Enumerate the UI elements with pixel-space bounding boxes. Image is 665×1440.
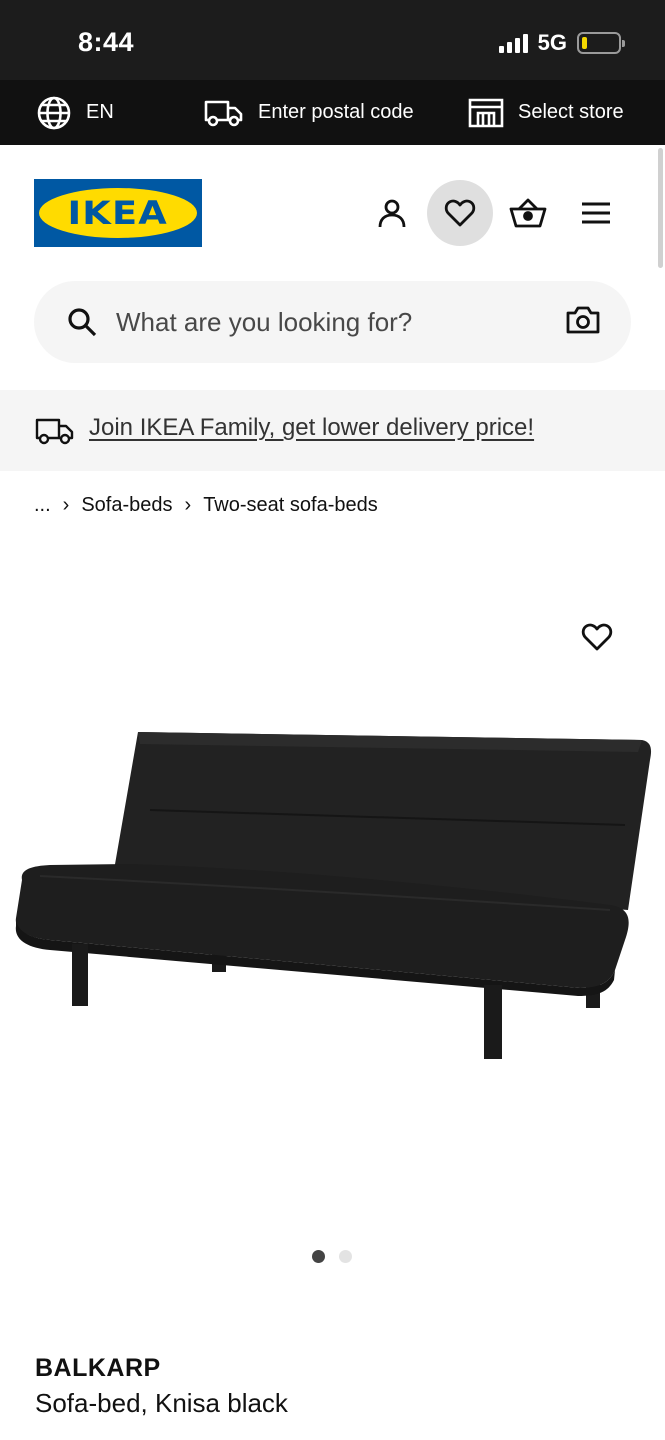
network-label: 5G	[537, 30, 567, 55]
site-header: IKEA	[0, 145, 665, 390]
product-description: Sofa-bed, Knisa black	[35, 1388, 288, 1418]
postal-code-label: Enter postal code	[258, 101, 414, 123]
language-label: EN	[86, 101, 114, 123]
family-promo-banner: Join IKEA Family, get lower delivery pri…	[0, 390, 665, 471]
search-bar[interactable]	[34, 281, 631, 363]
camera-icon[interactable]	[566, 305, 600, 335]
ikea-logo[interactable]: IKEA	[34, 179, 202, 247]
select-store-label: Select store	[518, 101, 624, 123]
basket-button[interactable]	[495, 180, 561, 246]
menu-icon	[582, 202, 610, 224]
gallery-dot-2[interactable]	[339, 1250, 352, 1263]
battery-level	[582, 37, 588, 49]
family-promo-link[interactable]: Join IKEA Family, get lower delivery pri…	[89, 414, 534, 442]
postal-code-button[interactable]: Enter postal code	[204, 80, 414, 145]
sofa-bed-image	[15, 732, 652, 1059]
breadcrumb-sofa-beds[interactable]: Sofa-beds	[81, 494, 172, 517]
menu-button[interactable]	[563, 180, 629, 246]
product-image-gallery[interactable]	[0, 560, 665, 1220]
basket-icon	[509, 198, 547, 228]
breadcrumb-ellipsis[interactable]: ...	[34, 494, 51, 517]
breadcrumb-separator: ›	[62, 494, 70, 516]
search-icon	[68, 308, 97, 337]
gallery-dot-1[interactable]	[312, 1250, 325, 1263]
breadcrumb: ... › Sofa-beds › Two-seat sofa-beds	[34, 494, 378, 517]
search-input[interactable]	[116, 281, 536, 363]
logo-text: IKEA	[67, 194, 169, 232]
select-store-button[interactable]: Select store	[468, 80, 624, 145]
globe-icon	[37, 96, 71, 129]
battery-icon	[577, 32, 625, 54]
scrollbar[interactable]	[658, 148, 663, 268]
signal-icon	[498, 33, 528, 53]
status-time: 8:44	[78, 27, 135, 57]
heart-icon	[581, 623, 613, 651]
profile-icon	[378, 199, 406, 228]
truck-icon	[204, 100, 243, 126]
top-bar: EN Enter postal code Select store	[0, 80, 665, 145]
status-bar: 8:44 5G	[0, 0, 665, 80]
logo-oval: IKEA	[39, 188, 197, 238]
truck-icon	[35, 418, 74, 445]
favourites-button[interactable]	[427, 180, 493, 246]
product-name: BALKARP	[35, 1354, 161, 1382]
breadcrumb-two-seat-sofa-beds[interactable]: Two-seat sofa-beds	[203, 494, 378, 517]
add-to-favourites-button[interactable]	[575, 615, 619, 659]
language-selector[interactable]: EN	[36, 80, 114, 145]
gallery-pagination[interactable]	[312, 1250, 352, 1263]
status-indicators: 5G	[498, 30, 625, 56]
store-icon	[468, 98, 504, 127]
heart-icon	[444, 199, 476, 227]
profile-button[interactable]	[359, 180, 425, 246]
breadcrumb-separator: ›	[184, 494, 192, 516]
